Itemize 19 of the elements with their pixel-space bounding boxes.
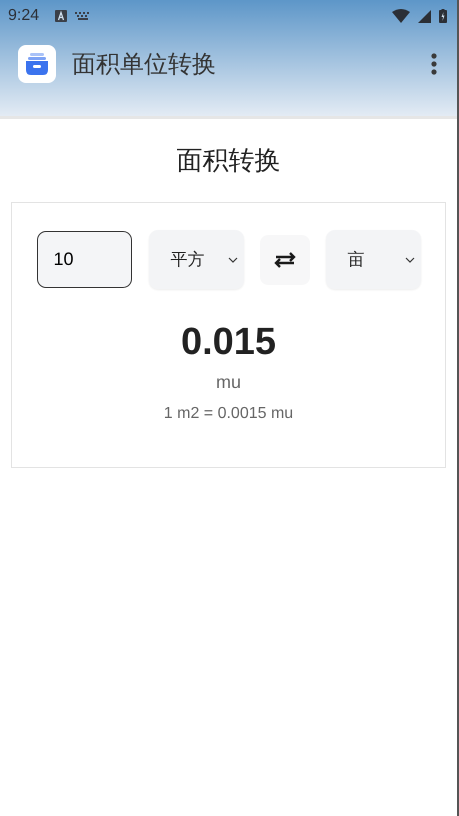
from-unit-dropdown[interactable]: 平方	[148, 230, 244, 289]
wifi-icon	[392, 9, 410, 23]
app-logo-icon	[18, 45, 56, 83]
swap-icon[interactable]	[260, 234, 310, 284]
chevron-down-icon	[228, 256, 238, 262]
battery-icon	[439, 9, 447, 23]
conversion-rate: 1 m2 = 0.0015 mu	[164, 405, 294, 423]
more-options-icon[interactable]	[431, 53, 437, 75]
page-heading: 面积转换	[176, 145, 280, 178]
status-time: 9:24	[8, 7, 40, 25]
signal-icon	[418, 10, 431, 22]
result-value: 0.015	[180, 321, 276, 364]
chevron-down-icon	[404, 256, 414, 262]
amount-input-field[interactable]: 10	[36, 231, 132, 288]
app-title: 面积单位转换	[72, 49, 216, 80]
result-unit: mu	[216, 372, 241, 393]
to-unit-dropdown[interactable]: 亩	[326, 230, 420, 289]
keyboard-letter-icon	[55, 10, 68, 22]
keyboard-icon	[75, 12, 92, 20]
